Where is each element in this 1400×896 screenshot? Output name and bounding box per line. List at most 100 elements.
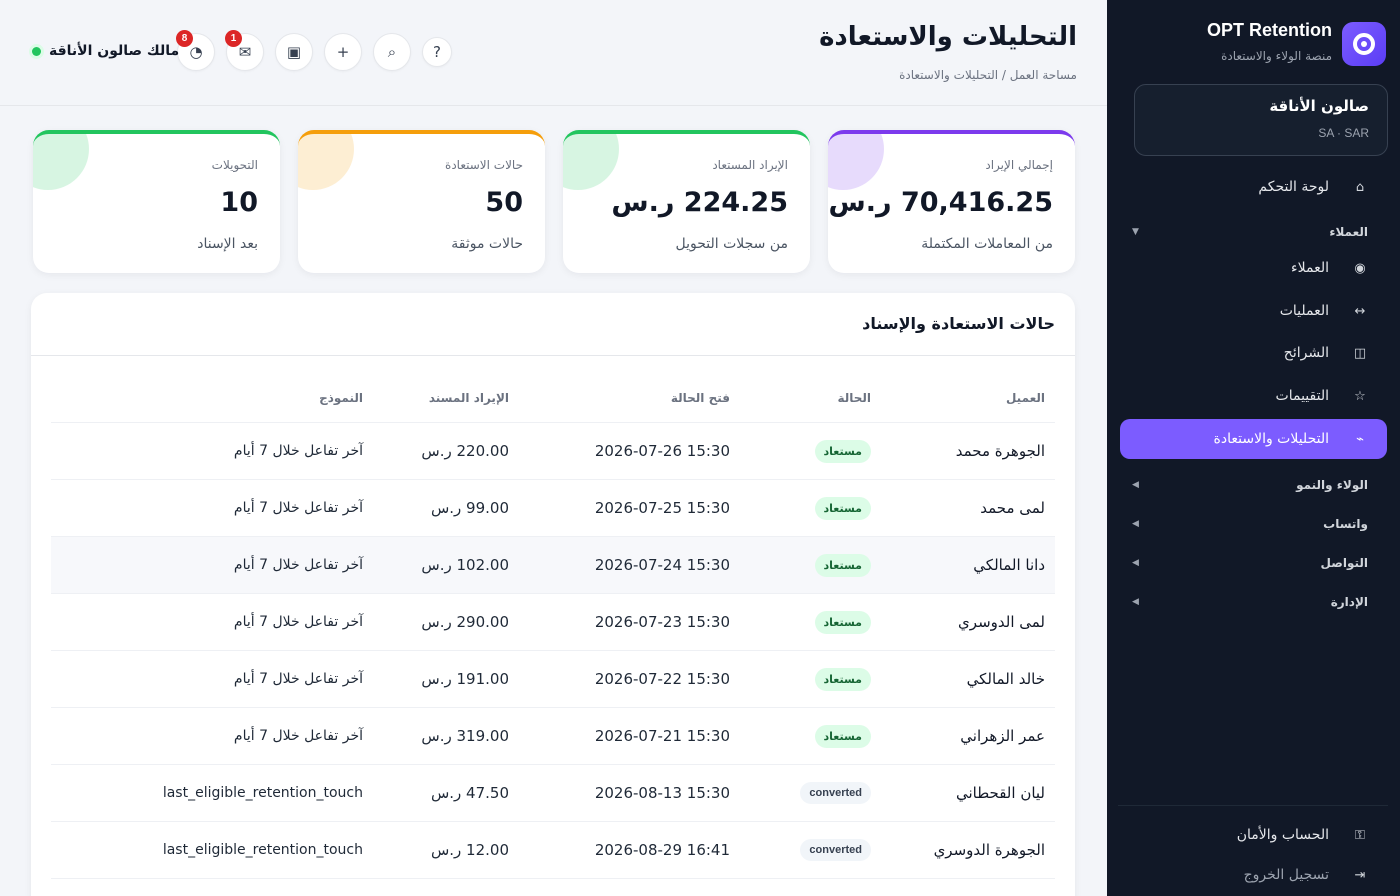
status-badge: مستعاد xyxy=(814,496,871,520)
help-icon: ? xyxy=(433,43,441,61)
table-row[interactable]: لمى الدوسري مستعاد 2026-07-23 15:30 290.00 … xyxy=(51,594,1055,651)
sidebar: OPT Retention منصة الولاء والاستعادة صال… xyxy=(1107,0,1400,896)
chevron-left-icon: ◀ xyxy=(1132,558,1139,568)
sidebar-group-admin[interactable]: الإدارة ◀ xyxy=(1132,592,1368,612)
plus-icon: + xyxy=(336,43,350,61)
cell-revenue: 102.00 ر.س xyxy=(421,556,509,574)
stat-value: 10 xyxy=(220,187,258,218)
brand-subtitle: منصة الولاء والاستعادة xyxy=(1221,49,1332,63)
cell-opened: 2026-07-25 15:30 xyxy=(594,499,730,517)
status-badge: مستعاد xyxy=(814,667,871,691)
cell-status: converted xyxy=(800,822,871,878)
sidebar-item-reviews[interactable]: ☆ التقييمات xyxy=(1120,376,1387,416)
sidebar-item-dashboard[interactable]: ⌂ لوحة التحكم xyxy=(1120,167,1387,207)
cell-status: مستعاد xyxy=(814,423,871,479)
chevron-left-icon: ◀ xyxy=(1132,519,1139,529)
user-menu[interactable]: مالك صالون الأناقة xyxy=(32,43,179,59)
status-badge: مستعاد xyxy=(814,553,871,577)
sidebar-item-label: تسجيل الخروج xyxy=(1243,867,1329,883)
arrows-icon: ↔ xyxy=(1354,303,1366,319)
logout-icon: ⇥ xyxy=(1354,867,1366,883)
sidebar-group-label: واتساب xyxy=(1323,517,1368,531)
cell-revenue: 47.50 ر.س xyxy=(430,784,509,802)
help-button[interactable]: ? xyxy=(422,37,452,67)
stat-value: 70,416.25 ر.س xyxy=(828,187,1054,218)
table-row[interactable]: دانا المالكي مستعاد 2026-07-24 15:30 102.00… xyxy=(51,537,1055,594)
search-icon: ⌕ xyxy=(387,43,397,61)
stat-label: التحويلات xyxy=(211,158,258,172)
tenant-meta: SA · SAR xyxy=(1318,126,1369,140)
messages-badge: 1 xyxy=(225,30,242,47)
star-icon: ☆ xyxy=(1354,388,1366,404)
stat-value: 50 xyxy=(485,187,523,218)
tenant-switcher[interactable]: صالون الأناقة SA · SAR xyxy=(1134,84,1388,156)
table-row[interactable]: لمى محمد مستعاد 2026-07-25 15:30 99.00 ر.س آ… xyxy=(51,480,1055,537)
sidebar-item-logout[interactable]: ⇥ تسجيل الخروج xyxy=(1120,855,1387,895)
cell-customer[interactable]: عمر الزهراني xyxy=(960,708,1045,764)
cell-customer[interactable]: لمى محمد xyxy=(980,480,1045,536)
sidebar-item-label: التقييمات xyxy=(1275,388,1329,404)
sidebar-group-loyalty[interactable]: الولاء والنمو ◀ xyxy=(1132,475,1368,495)
page-title: التحليلات والاستعادة xyxy=(819,22,1077,52)
reports-button[interactable]: ◔ 8 xyxy=(176,30,215,71)
cell-model: آخر تفاعل خلال 7 أيام xyxy=(233,500,363,516)
search-button[interactable]: ⌕ xyxy=(373,33,411,71)
breadcrumb[interactable]: مساحة العمل / التحليلات والاستعادة xyxy=(899,68,1077,82)
cell-customer[interactable]: خالد المالكي xyxy=(967,651,1045,707)
cell-customer[interactable]: ليان القحطاني xyxy=(956,765,1045,821)
sidebar-item-analytics[interactable]: ⌁ التحليلات والاستعادة xyxy=(1120,419,1387,459)
sidebar-group-comms[interactable]: التواصل ◀ xyxy=(1132,553,1368,573)
cell-opened: 2026-08-13 15:30 xyxy=(594,784,730,802)
cell-opened: 2026-08-29 16:41 xyxy=(594,841,730,859)
cell-revenue: 99.00 ر.س xyxy=(430,499,509,517)
sidebar-item-account[interactable]: ⚿ الحساب والأمان xyxy=(1120,815,1387,855)
sidebar-item-label: لوحة التحكم xyxy=(1258,179,1329,195)
column-header-opened[interactable]: فتح الحالة xyxy=(671,373,730,422)
card-decoration xyxy=(298,134,354,190)
cell-status: مستعاد xyxy=(814,708,871,764)
sidebar-group-label: العملاء xyxy=(1329,225,1368,239)
column-header-model[interactable]: النموذج xyxy=(319,373,363,422)
cell-revenue: 12.00 ر.س xyxy=(430,841,509,859)
cell-model: آخر تفاعل خلال 7 أيام xyxy=(233,614,363,630)
panel-title: حالات الاستعادة والإسناد xyxy=(862,314,1055,333)
brand-logo-icon[interactable] xyxy=(1342,22,1386,66)
square-icon: ▣ xyxy=(286,43,302,61)
cell-customer[interactable]: دانا المالكي xyxy=(973,537,1045,593)
column-header-revenue[interactable]: الإيراد المسند xyxy=(429,373,509,422)
view-button[interactable]: ▣ xyxy=(275,33,313,71)
sidebar-item-operations[interactable]: ↔ العمليات xyxy=(1120,291,1387,331)
recovery-cases-panel: حالات الاستعادة والإسناد العميل الحالة ف… xyxy=(31,293,1075,896)
cell-customer[interactable]: لمى الدوسري xyxy=(958,594,1045,650)
stat-card-recovery-cases: حالات الاستعادة 50 حالات موثقة xyxy=(298,130,545,273)
table-row[interactable]: الجوهرة محمد مستعاد 2026-07-26 15:30 220.00… xyxy=(51,423,1055,480)
messages-button[interactable]: ✉ 1 xyxy=(225,30,264,71)
column-header-status[interactable]: الحالة xyxy=(837,373,871,422)
stat-subtitle: بعد الإسناد xyxy=(197,236,258,252)
cell-customer[interactable]: الجوهرة الدوسري xyxy=(934,822,1045,878)
status-badge: converted xyxy=(800,839,871,861)
cell-customer[interactable]: الجوهرة محمد xyxy=(956,423,1045,479)
sidebar-group-label: الولاء والنمو xyxy=(1296,478,1368,492)
cell-opened: 2026-07-22 15:30 xyxy=(594,670,730,688)
sidebar-group-customers[interactable]: العملاء ▼ xyxy=(1132,222,1368,242)
stat-subtitle: من سجلات التحويل xyxy=(675,236,788,252)
sidebar-group-whatsapp[interactable]: واتساب ◀ xyxy=(1132,514,1368,534)
table-row[interactable]: خالد المالكي مستعاد 2026-07-22 15:30 191.00… xyxy=(51,651,1055,708)
add-button[interactable]: + xyxy=(324,33,362,71)
table-row[interactable]: ليان القحطاني converted 2026-08-13 15:30 47… xyxy=(51,765,1055,822)
sidebar-item-label: التحليلات والاستعادة xyxy=(1213,431,1329,447)
table-row[interactable]: الجوهرة الدوسري converted 2026-08-29 16:41… xyxy=(51,822,1055,879)
sidebar-item-label: الحساب والأمان xyxy=(1236,827,1329,843)
online-status-icon xyxy=(32,46,41,56)
sidebar-item-customers[interactable]: ◉ العملاء xyxy=(1120,248,1387,288)
sidebar-item-segments[interactable]: ◫ الشرائح xyxy=(1120,333,1387,373)
table-row[interactable]: عمر الزهراني مستعاد 2026-07-21 15:30 319.00… xyxy=(51,708,1055,765)
column-header-customer[interactable]: العميل xyxy=(1006,373,1045,422)
brand-name: OPT Retention xyxy=(1207,20,1332,40)
cell-status: مستعاد xyxy=(814,480,871,536)
cell-model: آخر تفاعل خلال 7 أيام xyxy=(233,728,363,744)
chevron-left-icon: ◀ xyxy=(1132,480,1139,490)
stat-card-recovered-revenue: الإيراد المستعاد 224.25 ر.س من سجلات الت… xyxy=(563,130,810,273)
eye-icon: ◉ xyxy=(1354,260,1366,276)
